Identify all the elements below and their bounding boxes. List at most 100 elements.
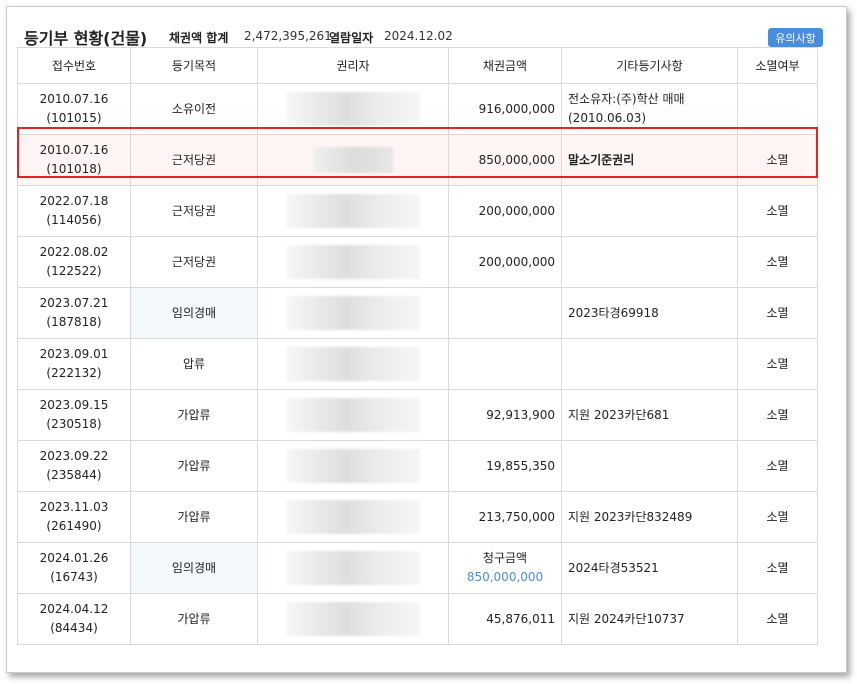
receipt-date: 2023.09.01 — [39, 347, 109, 361]
status-cell: 소멸 — [737, 185, 818, 237]
receipt-date: 2024.01.26 — [39, 551, 109, 565]
holder-cell — [257, 236, 449, 288]
col-header-purpose: 등기목적 — [130, 47, 258, 84]
registry-table: 접수번호 등기목적 권리자 채권금액 기타등기사항 소멸여부 2010.07.1… — [17, 47, 818, 645]
holder-cell — [257, 185, 449, 237]
etc-cell: 지원 2024카단10737 — [561, 593, 738, 645]
holder-cell — [257, 440, 449, 492]
amount-cell: 청구금액 850,000,000 — [448, 542, 562, 594]
purpose-cell: 근저당권 — [130, 236, 258, 288]
notice-button[interactable]: 유의사항 — [768, 28, 823, 47]
table-header-row: 접수번호 등기목적 권리자 채권금액 기타등기사항 소멸여부 — [17, 47, 818, 84]
etc-cell: 지원 2023카단681 — [561, 389, 738, 441]
receipt-cell: 2010.07.16 (101018) — [17, 134, 131, 186]
receipt-cell: 2024.04.12 (84434) — [17, 593, 131, 645]
etc-cell — [561, 440, 738, 492]
holder-cell — [257, 491, 449, 543]
table-row: 2023.11.03 (261490) 가압류 213,750,000 지원 20… — [17, 491, 818, 543]
purpose-cell: 압류 — [130, 338, 258, 390]
redacted-holder — [286, 500, 420, 534]
amount-cell — [448, 338, 562, 390]
receipt-date: 2023.11.03 — [39, 500, 109, 514]
holder-cell — [257, 134, 449, 186]
redacted-holder — [286, 92, 420, 126]
purpose-cell: 소유이전 — [130, 83, 258, 135]
holder-cell — [257, 83, 449, 135]
redacted-holder — [286, 551, 420, 585]
receipt-cell: 2023.07.21 (187818) — [17, 287, 131, 339]
etc-cell — [561, 236, 738, 288]
table-row: 2022.07.18 (114056) 근저당권 200,000,000 소멸 — [17, 185, 818, 237]
receipt-cell: 2023.09.15 (230518) — [17, 389, 131, 441]
status-cell: 소멸 — [737, 338, 818, 390]
receipt-date: 2010.07.16 — [39, 92, 109, 106]
table-row: 2024.01.26 (16743) 임의경매 청구금액 850,000,000 2… — [17, 542, 818, 594]
etc-cell — [561, 185, 738, 237]
receipt-number: (101015) — [46, 111, 102, 125]
receipt-cell: 2023.09.22 (235844) — [17, 440, 131, 492]
claim-amount-value: 850,000,000 — [466, 570, 544, 584]
col-header-holder: 권리자 — [257, 47, 449, 84]
view-date-label: 열람일자 — [329, 31, 374, 45]
purpose-cell: 근저당권 — [130, 185, 258, 237]
holder-cell — [257, 542, 449, 594]
purpose-cell: 가압류 — [130, 389, 258, 441]
purpose-cell: 근저당권 — [130, 134, 258, 186]
table-row: 2024.04.12 (84434) 가압류 45,876,011 지원 2024… — [17, 593, 818, 645]
redacted-holder — [313, 147, 393, 173]
holder-cell — [257, 389, 449, 441]
receipt-number: (101018) — [46, 162, 102, 176]
status-cell: 소멸 — [737, 440, 818, 492]
page-title: 등기부 현황(건물) — [24, 29, 148, 48]
purpose-cell: 임의경매 — [130, 287, 258, 339]
claim-sum-label: 채권액 합계 — [169, 31, 229, 45]
receipt-cell: 2022.07.18 (114056) — [17, 185, 131, 237]
col-header-amount: 채권금액 — [448, 47, 562, 84]
receipt-cell: 2024.01.26 (16743) — [17, 542, 131, 594]
table-row: 2023.09.01 (222132) 압류 소멸 — [17, 338, 818, 390]
receipt-number: (16743) — [50, 570, 98, 584]
purpose-cell: 가압류 — [130, 440, 258, 492]
receipt-number: (84434) — [50, 621, 98, 635]
status-cell: 소멸 — [737, 491, 818, 543]
status-cell: 소멸 — [737, 542, 818, 594]
col-header-etc: 기타등기사항 — [561, 47, 738, 84]
table-row-reference: 2010.07.16 (101018) 근저당권 850,000,000 말소기준… — [17, 134, 818, 186]
view-date-value: 2024.12.02 — [384, 29, 453, 43]
status-cell: 소멸 — [737, 236, 818, 288]
status-cell: 소멸 — [737, 134, 818, 186]
receipt-date: 2010.07.16 — [39, 143, 109, 157]
receipt-date: 2023.09.15 — [39, 398, 109, 412]
table-row: 2022.08.02 (122522) 근저당권 200,000,000 소멸 — [17, 236, 818, 288]
amount-cell: 45,876,011 — [448, 593, 562, 645]
holder-cell — [257, 593, 449, 645]
amount-cell: 850,000,000 — [448, 134, 562, 186]
table-row: 2010.07.16 (101015) 소유이전 916,000,000 전소유자… — [17, 83, 818, 135]
receipt-number: (235844) — [46, 468, 102, 482]
amount-cell: 92,913,900 — [448, 389, 562, 441]
receipt-date: 2023.09.22 — [39, 449, 109, 463]
receipt-cell: 2010.07.16 (101015) — [17, 83, 131, 135]
status-cell — [737, 83, 818, 135]
amount-cell: 213,750,000 — [448, 491, 562, 543]
table-row: 2023.09.22 (235844) 가압류 19,855,350 소멸 — [17, 440, 818, 492]
redacted-holder — [286, 194, 420, 228]
receipt-cell: 2023.09.01 (222132) — [17, 338, 131, 390]
receipt-cell: 2022.08.02 (122522) — [17, 236, 131, 288]
receipt-number: (222132) — [46, 366, 102, 380]
etc-cell — [561, 338, 738, 390]
etc-cell: 지원 2023카단832489 — [561, 491, 738, 543]
status-cell: 소멸 — [737, 287, 818, 339]
claim-sum-value: 2,472,395,261 — [244, 29, 332, 43]
receipt-number: (122522) — [46, 264, 102, 278]
receipt-date: 2024.04.12 — [39, 602, 109, 616]
receipt-number: (187818) — [46, 315, 102, 329]
etc-cell: 말소기준권리 — [561, 134, 738, 186]
redacted-holder — [286, 296, 420, 330]
receipt-date: 2023.07.21 — [39, 296, 109, 310]
table-row: 2023.07.21 (187818) 임의경매 2023타경69918 소멸 — [17, 287, 818, 339]
table-row: 2023.09.15 (230518) 가압류 92,913,900 지원 202… — [17, 389, 818, 441]
redacted-holder — [286, 398, 420, 432]
purpose-cell: 가압류 — [130, 593, 258, 645]
amount-cell: 916,000,000 — [448, 83, 562, 135]
